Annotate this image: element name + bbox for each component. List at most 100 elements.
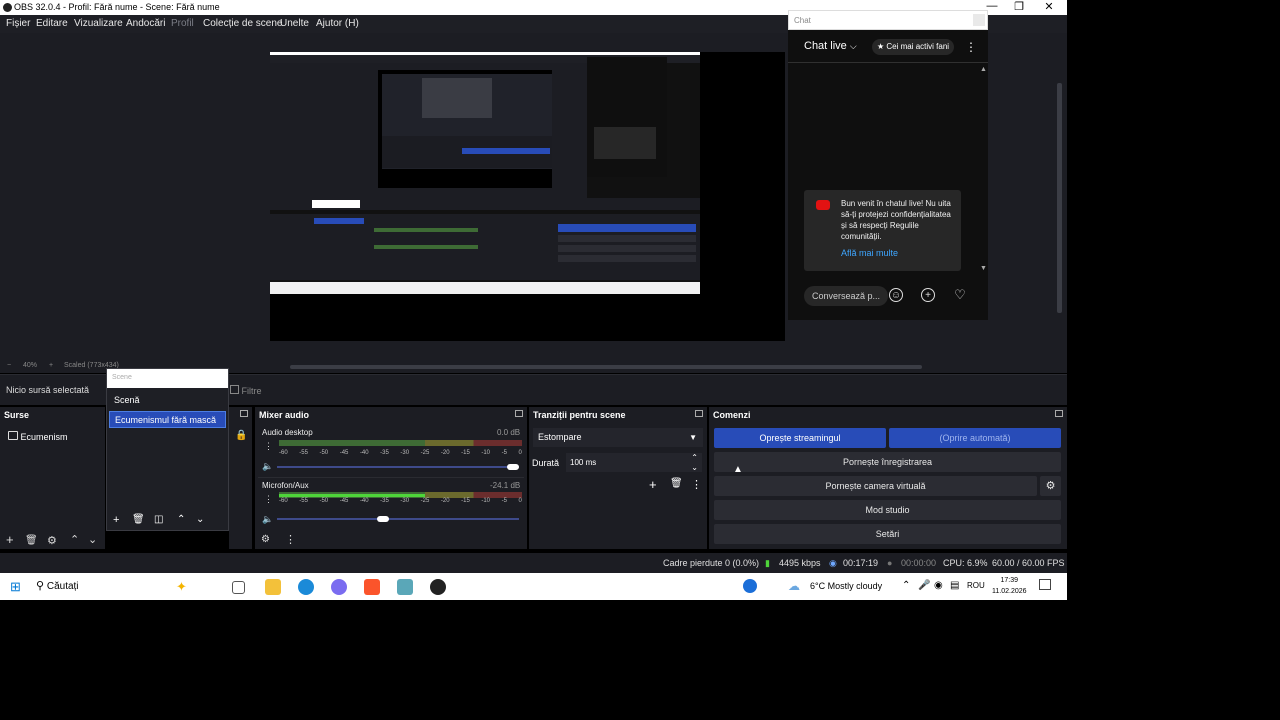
- chat-panel: [788, 30, 988, 320]
- learn-more-link[interactable]: Află mai multe: [841, 248, 898, 258]
- file-explorer-icon[interactable]: [265, 579, 281, 595]
- slider-knob[interactable]: [507, 464, 519, 470]
- source-properties-gear-icon[interactable]: ⚙: [47, 534, 57, 547]
- channel-menu-icon[interactable]: ⋮: [264, 441, 273, 452]
- windows-start-icon[interactable]: ⊞: [10, 579, 21, 595]
- duration-label: Durată: [532, 458, 560, 468]
- chat-mode-label: Chat live: [804, 40, 847, 52]
- add-source-icon[interactable]: +: [6, 532, 14, 547]
- scene-item[interactable]: Scenă: [109, 392, 226, 409]
- slider-knob[interactable]: [377, 516, 389, 522]
- menu-help[interactable]: Ajutor (H): [316, 18, 359, 29]
- scene-filter-icon[interactable]: ◫: [154, 514, 163, 525]
- menu-docks[interactable]: Andocări: [126, 18, 165, 29]
- duration-input[interactable]: 100 ms ⌃ ⌄: [566, 453, 702, 472]
- add-transition-icon[interactable]: +: [649, 477, 657, 492]
- chat-scroll-up-icon[interactable]: ▲: [980, 66, 987, 73]
- transition-select[interactable]: Estompare ▼: [533, 428, 703, 447]
- lock-icon[interactable]: 🔒: [235, 430, 247, 441]
- meter-scale: -60 -55 -50 -45 -40 -35 -30 -25 -20 -15 -10 -5 0: [279, 498, 522, 506]
- taskbar-search-label: Căutați: [46, 581, 79, 592]
- top-fans-button[interactable]: ★ Cei mai activi fani: [872, 39, 954, 55]
- zoom-out-button[interactable]: −: [7, 362, 11, 369]
- help-icon[interactable]: [743, 579, 757, 593]
- volume-slider-mic[interactable]: [277, 516, 519, 522]
- task-view-icon[interactable]: [232, 581, 245, 594]
- remove-transition-icon[interactable]: 🗑: [670, 478, 683, 489]
- mixer-menu-icon[interactable]: ⋮: [285, 533, 296, 546]
- preview-vertical-scrollbar[interactable]: [1053, 33, 1067, 360]
- remove-source-icon[interactable]: 🗑: [25, 535, 38, 546]
- virtual-camera-settings-gear-icon[interactable]: ⚙: [1040, 476, 1061, 496]
- menu-view[interactable]: Vizualizare: [74, 18, 123, 29]
- settings-button[interactable]: Setări: [714, 524, 1061, 544]
- status-bar: Cadre pierdute 0 (0.0%) ▮ 4495 kbps ◉ 00…: [0, 553, 1067, 573]
- auto-stop-button[interactable]: (Oprire automată): [889, 428, 1061, 448]
- add-scene-icon[interactable]: +: [113, 514, 119, 526]
- move-source-down-icon[interactable]: ⌄: [88, 533, 97, 546]
- chat-scroll-down-icon[interactable]: ▼: [980, 265, 987, 272]
- remove-scene-icon[interactable]: 🗑: [132, 514, 145, 525]
- stop-streaming-button[interactable]: Oprește streamingul: [714, 428, 886, 448]
- start-recording-button[interactable]: Pornește înregistrarea: [714, 452, 1061, 472]
- weather-text[interactable]: 6°C Mostly cloudy: [810, 581, 882, 591]
- heart-icon[interactable]: ♡: [953, 288, 967, 302]
- clock[interactable]: 17:39 11.02.2026: [992, 575, 1027, 597]
- scale-tick: -40: [359, 450, 369, 456]
- taskbar-search[interactable]: ⚲ Căutați ✦: [36, 573, 226, 600]
- obs-taskbar-icon[interactable]: [430, 579, 446, 595]
- studio-mode-button[interactable]: Mod studio: [714, 500, 1061, 520]
- trophy-icon: ★: [876, 42, 885, 51]
- transition-properties-icon[interactable]: ⋮: [691, 478, 702, 491]
- dock-popout-icon[interactable]: [515, 410, 523, 417]
- emoji-icon[interactable]: ☺: [889, 288, 903, 302]
- dock-popout-icon[interactable]: [240, 410, 248, 417]
- channel-menu-icon[interactable]: ⋮: [264, 494, 273, 505]
- brave-icon[interactable]: [364, 579, 380, 595]
- volume-slider-desktop[interactable]: [277, 464, 519, 470]
- advanced-audio-gear-icon[interactable]: ⚙: [261, 534, 270, 545]
- move-source-up-icon[interactable]: ⌃: [70, 533, 79, 546]
- chat-mode-dropdown[interactable]: Chat live ⌵: [804, 40, 857, 52]
- source-item-ecumenism[interactable]: Ecumenism: [8, 431, 68, 442]
- zoom-in-button[interactable]: +: [49, 362, 53, 369]
- chat-close-button[interactable]: [973, 14, 985, 26]
- sources-dock: Surse Ecumenism: [0, 407, 105, 549]
- filters-button[interactable]: Filtre: [230, 385, 262, 396]
- move-scene-down-icon[interactable]: ⌄: [196, 514, 204, 525]
- copilot-icon[interactable]: [331, 579, 347, 595]
- menu-scene-collection[interactable]: Colecție de scene: [203, 18, 283, 29]
- mixer-channel-db: 0.0 dB: [497, 428, 521, 437]
- menu-file[interactable]: Fișier: [6, 18, 30, 29]
- notifications-icon[interactable]: [1039, 579, 1051, 590]
- spin-down-icon[interactable]: ⌄: [691, 458, 698, 477]
- tray-app-icon[interactable]: ◉: [934, 580, 943, 591]
- dock-popout-icon[interactable]: [1055, 410, 1063, 417]
- dock-popout-icon[interactable]: [695, 410, 703, 417]
- tray-chevron-up-icon[interactable]: ⌃: [902, 580, 910, 591]
- copilot-sparkle-icon: ✦: [176, 579, 187, 594]
- menu-tools[interactable]: Unelte: [280, 18, 309, 29]
- microphone-icon[interactable]: 🎤: [918, 580, 930, 591]
- scenes-dock: Scene Scenă Ecumenismul fără mască + 🗑 ◫…: [106, 368, 229, 531]
- scale-tick: -10: [481, 498, 491, 504]
- chat-message-input[interactable]: Conversează p...: [804, 286, 888, 306]
- chat-more-menu-icon[interactable]: ⋮: [965, 40, 977, 54]
- preview-horizontal-scrollbar[interactable]: [290, 365, 922, 369]
- move-scene-up-icon[interactable]: ⌃: [177, 514, 185, 525]
- record-time: 00:00:00: [901, 558, 937, 568]
- speaker-icon[interactable]: 🔈: [262, 461, 273, 472]
- maximize-button[interactable]: ❐: [1004, 0, 1034, 13]
- edge-icon[interactable]: [298, 579, 314, 595]
- speaker-icon[interactable]: 🔈: [262, 514, 273, 525]
- menu-edit[interactable]: Editare: [36, 18, 68, 29]
- keyboard-language[interactable]: ROU: [967, 581, 985, 590]
- plus-circle-icon[interactable]: +: [921, 288, 935, 302]
- scale-tick: 0: [518, 450, 522, 456]
- scene-item-selected[interactable]: Ecumenismul fără mască: [109, 411, 226, 428]
- network-icon[interactable]: ▤: [950, 580, 959, 591]
- close-button[interactable]: ✕: [1034, 0, 1064, 13]
- app-icon[interactable]: [397, 579, 413, 595]
- menu-profile[interactable]: Profil: [171, 18, 194, 29]
- start-virtual-camera-button[interactable]: Pornește camera virtuală: [714, 476, 1037, 496]
